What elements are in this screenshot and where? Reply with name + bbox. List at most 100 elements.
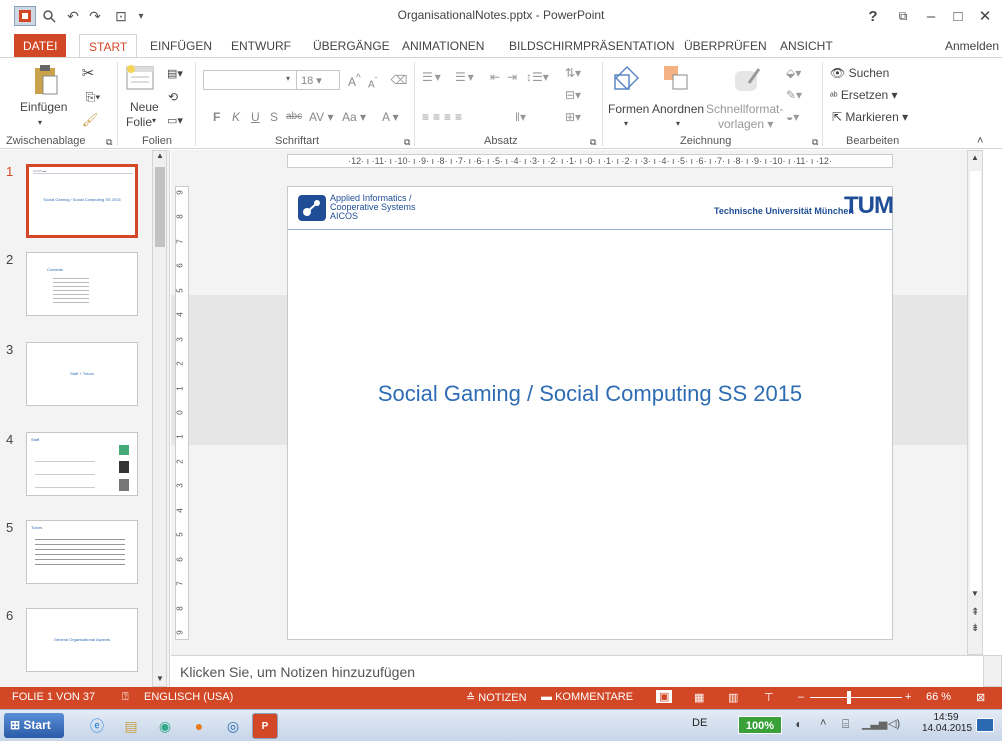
shapes-icon[interactable] bbox=[612, 62, 642, 94]
font-launcher-icon[interactable]: ⧉ bbox=[404, 137, 410, 148]
normal-view-icon[interactable]: ▣ bbox=[656, 690, 673, 703]
thumbnails-scroll-thumb[interactable] bbox=[155, 167, 165, 247]
zoom-out-icon[interactable]: – bbox=[798, 691, 804, 703]
zoom-in-icon[interactable]: + bbox=[905, 691, 911, 703]
smartart-button[interactable]: ⊞▾ bbox=[565, 110, 581, 124]
tab-review[interactable]: ÜBERPRÜFEN bbox=[675, 34, 776, 58]
tab-animations[interactable]: ANIMATIONEN bbox=[393, 34, 493, 58]
cut-icon[interactable]: ✂ bbox=[78, 64, 98, 82]
zoom-slider-thumb[interactable] bbox=[847, 691, 851, 704]
select-button[interactable]: ⇱ Markieren ▾ bbox=[832, 110, 908, 124]
comments-toggle[interactable]: ▬ KOMMENTARE bbox=[541, 691, 633, 703]
section-icon[interactable]: ▭▾ bbox=[163, 111, 187, 129]
find-button[interactable]: 👁 Suchen bbox=[830, 66, 889, 80]
underline-button[interactable]: U bbox=[251, 110, 260, 124]
increase-indent-button[interactable]: ⇥ bbox=[507, 70, 517, 84]
paste-icon[interactable] bbox=[30, 64, 60, 96]
scroll-up-icon[interactable]: ▲ bbox=[156, 151, 164, 160]
show-hidden-icons-icon[interactable]: ˄ bbox=[820, 717, 826, 729]
tab-insert[interactable]: EINFÜGEN bbox=[141, 34, 221, 58]
thumbnail-slide-1[interactable]: AICOS ▬ Social Gaming / Social Computing… bbox=[26, 164, 138, 238]
drawing-launcher-icon[interactable]: ⧉ bbox=[812, 137, 818, 148]
copy-icon[interactable]: ⎘▾ bbox=[78, 88, 108, 106]
start-button[interactable]: ⊞ Start bbox=[4, 713, 64, 738]
clipboard-launcher-icon[interactable]: ⧉ bbox=[106, 137, 112, 148]
slideshow-icon[interactable]: ⊤ bbox=[764, 691, 774, 704]
new-slide-dropdown-icon[interactable]: ▾ bbox=[152, 116, 156, 125]
line-spacing-button[interactable]: ↕☰▾ bbox=[526, 70, 549, 84]
editor-scroll-up-icon[interactable]: ▲ bbox=[971, 153, 979, 162]
tab-transitions[interactable]: ÜBERGÄNGE bbox=[304, 34, 399, 58]
editor-scroll-track[interactable] bbox=[970, 171, 981, 591]
slide-title[interactable]: Social Gaming / Social Computing SS 2015 bbox=[288, 381, 892, 407]
editor-scroll-down-icon[interactable]: ▼ bbox=[971, 589, 979, 598]
slide-counter[interactable]: FOLIE 1 VON 37 bbox=[12, 691, 95, 703]
sign-in-link[interactable]: Anmelden bbox=[936, 34, 1002, 58]
spellcheck-icon[interactable]: ⍰ bbox=[122, 691, 129, 704]
thumbnail-slide-4[interactable]: Staff bbox=[26, 432, 138, 496]
help-button[interactable]: ? bbox=[860, 6, 886, 26]
layout-icon[interactable]: ▤▾ bbox=[163, 64, 187, 82]
bullets-button[interactable]: ☰▾ bbox=[422, 70, 443, 84]
thumbnail-slide-6[interactable]: General Organisational Aspects bbox=[26, 608, 138, 672]
tab-design[interactable]: ENTWURF bbox=[222, 34, 300, 58]
shapes-dropdown-icon[interactable]: ▾ bbox=[624, 119, 628, 128]
italic-button[interactable]: K bbox=[232, 110, 240, 124]
slide-thumbnails-panel[interactable]: 1 AICOS ▬ Social Gaming / Social Computi… bbox=[0, 150, 170, 687]
thumbnail-slide-5[interactable]: Tutors bbox=[26, 520, 138, 584]
reset-icon[interactable]: ⟲ bbox=[163, 88, 183, 106]
new-slide-icon[interactable] bbox=[124, 62, 156, 94]
arrange-label[interactable]: Anordnen bbox=[652, 102, 704, 116]
app-icon[interactable]: ◎ bbox=[220, 713, 246, 739]
character-spacing-button[interactable]: AV ▾ bbox=[309, 110, 333, 124]
columns-button[interactable]: ‖▾ bbox=[515, 110, 526, 124]
notes-scrollbar[interactable] bbox=[983, 655, 1002, 687]
internet-explorer-icon[interactable]: ⓔ bbox=[84, 713, 110, 739]
slide-sorter-icon[interactable]: ▦ bbox=[694, 691, 704, 704]
paste-dropdown-icon[interactable]: ▾ bbox=[38, 118, 42, 127]
thumbnail-slide-3[interactable]: Staff + Tutors bbox=[26, 342, 138, 406]
tab-view[interactable]: ANSICHT bbox=[771, 34, 842, 58]
font-size-input[interactable]: 18 ▾ bbox=[296, 70, 340, 90]
paste-label[interactable]: Einfügen bbox=[20, 100, 67, 114]
battery-indicator[interactable]: 100% bbox=[738, 716, 782, 734]
reading-view-icon[interactable]: ▥ bbox=[728, 691, 738, 704]
notes-pane[interactable]: Klicken Sie, um Notizen hinzuzufügen bbox=[171, 655, 983, 687]
shapes-label[interactable]: Formen bbox=[608, 102, 649, 116]
thumbnail-slide-2[interactable]: Contents bbox=[26, 252, 138, 316]
shrink-font-button[interactable]: Aˇ bbox=[368, 75, 377, 90]
shape-outline-button[interactable]: ✎▾ bbox=[786, 88, 802, 102]
new-slide-label-1[interactable]: Neue bbox=[130, 100, 159, 114]
quick-styles-icon[interactable] bbox=[730, 62, 764, 96]
firefox-icon[interactable]: ● bbox=[186, 713, 212, 739]
powerpoint-taskbar-icon[interactable]: P bbox=[252, 713, 278, 739]
maximize-button[interactable]: □ bbox=[945, 6, 971, 26]
strikethrough-button[interactable]: abc bbox=[286, 111, 302, 122]
shadow-button[interactable]: S bbox=[270, 110, 278, 124]
volume-icon[interactable]: ◁) bbox=[888, 717, 900, 730]
previous-slide-icon[interactable]: ⇞ bbox=[971, 607, 979, 618]
new-slide-label-2[interactable]: Folie bbox=[126, 115, 152, 129]
alignment-buttons[interactable]: ≡≡≡≡ bbox=[422, 110, 466, 124]
show-desktop-button[interactable] bbox=[976, 718, 994, 732]
file-explorer-icon[interactable]: ▤ bbox=[118, 713, 144, 739]
quick-styles-label-1[interactable]: Schnellformat- bbox=[706, 102, 783, 116]
fit-to-window-icon[interactable]: ⊠ bbox=[976, 691, 985, 704]
clear-formatting-icon[interactable]: ⌫ bbox=[390, 71, 408, 89]
current-slide[interactable]: Applied Informatics / Cooperative System… bbox=[287, 186, 894, 640]
tab-slideshow[interactable]: BILDSCHIRMPRÄSENTATION bbox=[500, 34, 684, 58]
grow-font-button[interactable]: A^ bbox=[348, 73, 361, 89]
signal-icon[interactable]: ▁▃▅ bbox=[862, 717, 887, 730]
notes-placeholder[interactable]: Klicken Sie, um Notizen hinzuzufügen bbox=[180, 664, 415, 680]
format-painter-icon[interactable]: 🖌 bbox=[80, 111, 100, 129]
minimize-button[interactable]: – bbox=[918, 6, 944, 26]
replace-button[interactable]: ᵃᵇ Ersetzen ▾ bbox=[830, 88, 898, 102]
language-indicator[interactable]: ENGLISCH (USA) bbox=[144, 691, 233, 703]
clock[interactable]: 14:59 14.04.2015 bbox=[922, 712, 972, 734]
font-family-dropdown-icon[interactable]: ▾ bbox=[286, 74, 290, 83]
numbering-button[interactable]: ☰▾ bbox=[455, 70, 476, 84]
font-family-input[interactable] bbox=[203, 70, 297, 90]
font-color-button[interactable]: A ▾ bbox=[382, 110, 399, 124]
align-text-button[interactable]: ⊟▾ bbox=[565, 88, 581, 102]
input-language[interactable]: DE bbox=[692, 717, 707, 729]
